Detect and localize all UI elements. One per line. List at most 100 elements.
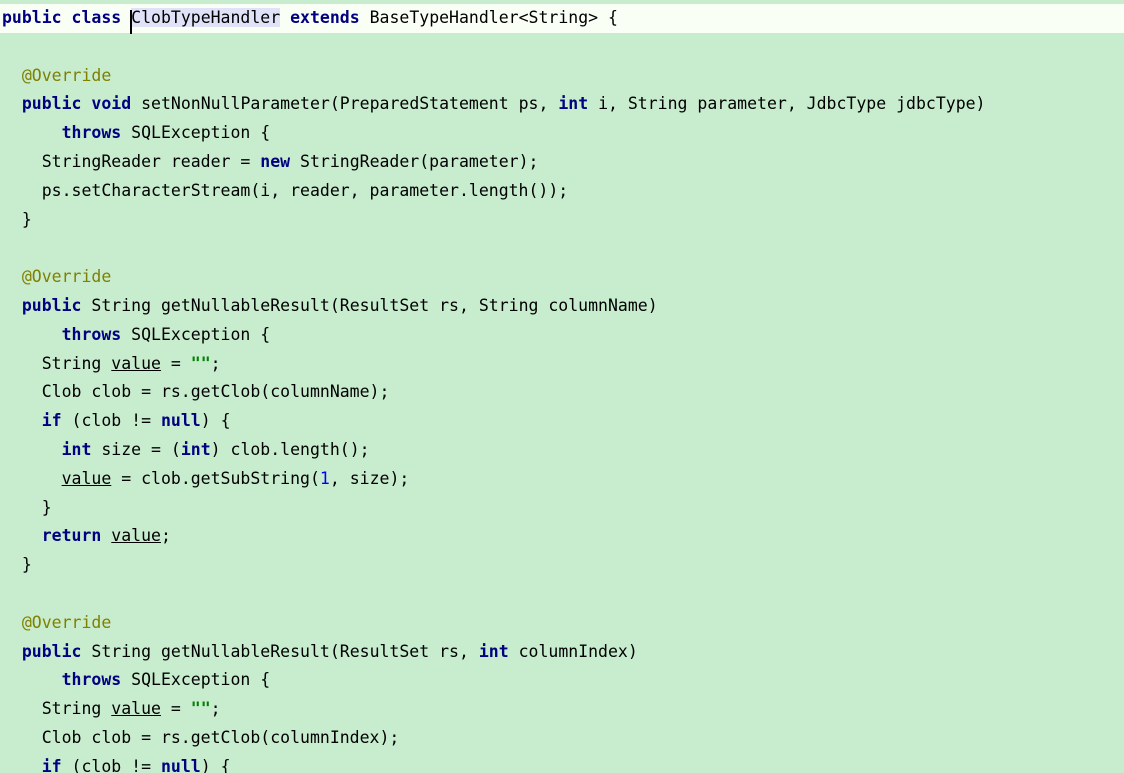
code-line[interactable]: throws SQLException { xyxy=(0,666,1124,695)
code-text: if (clob != null) { xyxy=(2,407,231,436)
code-token: String xyxy=(2,353,112,373)
code-token: i, String parameter, JdbcType jdbcType) xyxy=(588,94,986,114)
code-token: ) { xyxy=(200,756,231,773)
field-reference-token: value xyxy=(111,526,161,546)
code-token: BaseTypeHandler<String> { xyxy=(359,8,618,27)
field-reference-token: value xyxy=(111,699,161,719)
code-line[interactable]: public String getNullableResult(ResultSe… xyxy=(0,292,1124,321)
keyword-token: throws xyxy=(61,324,122,344)
code-line[interactable]: } xyxy=(0,551,1124,580)
code-text: if (clob != null) { xyxy=(2,753,231,773)
code-token: , size); xyxy=(329,468,410,488)
code-line[interactable] xyxy=(0,33,1124,62)
keyword-token: public xyxy=(21,641,82,661)
keyword-token: int xyxy=(478,641,509,661)
code-text: String value = ""; xyxy=(2,350,221,379)
code-token: } xyxy=(2,497,52,517)
keyword-token: return xyxy=(41,526,102,546)
code-line[interactable]: String value = ""; xyxy=(0,695,1124,724)
code-line[interactable]: throws SQLException { xyxy=(0,119,1124,148)
code-token: ps.setCharacterStream(i, reader, paramet… xyxy=(2,180,569,200)
caret-position: ClobTypeHandler xyxy=(130,8,281,34)
code-token: String getNullableResult(ResultSet rs, S… xyxy=(81,296,658,315)
code-line[interactable]: StringReader reader = new StringReader(p… xyxy=(0,148,1124,177)
code-token: } xyxy=(2,555,32,575)
code-token: = clob.getSubString( xyxy=(111,468,320,488)
code-text: throws SQLException { xyxy=(2,666,271,695)
code-token: String xyxy=(2,699,112,719)
code-line[interactable]: value = clob.getSubString(1, size); xyxy=(0,465,1124,494)
code-text: public class ClobTypeHandler extends Bas… xyxy=(2,4,618,34)
keyword-token: if xyxy=(41,411,62,431)
keyword-token: class xyxy=(71,8,122,27)
code-token: ; xyxy=(210,353,221,373)
code-text: @Override xyxy=(2,62,111,91)
code-line[interactable]: Clob clob = rs.getClob(columnName); xyxy=(0,378,1124,407)
code-token: StringReader reader = xyxy=(2,152,261,171)
code-line[interactable]: public String getNullableResult(ResultSe… xyxy=(0,638,1124,667)
code-token: (clob != xyxy=(61,756,161,773)
current-code-line[interactable]: public class ClobTypeHandler extends Bas… xyxy=(0,4,1124,34)
code-text: Clob clob = rs.getClob(columnName); xyxy=(2,378,390,407)
code-line[interactable]: ps.setCharacterStream(i, reader, paramet… xyxy=(0,177,1124,206)
code-text: @Override xyxy=(2,609,111,638)
annotation-token: @Override xyxy=(21,65,112,85)
code-line[interactable]: Clob clob = rs.getClob(columnIndex); xyxy=(0,724,1124,753)
code-token: SQLException { xyxy=(121,123,271,143)
keyword-token: throws xyxy=(61,670,122,690)
annotation-token: @Override xyxy=(21,267,112,287)
code-line[interactable]: @Override xyxy=(0,609,1124,638)
code-line[interactable]: } xyxy=(0,206,1124,235)
code-token: (clob != xyxy=(61,411,161,431)
code-line[interactable]: throws SQLException { xyxy=(0,321,1124,350)
keyword-token: if xyxy=(41,756,62,773)
code-token: size = ( xyxy=(91,440,181,459)
code-text: throws SQLException { xyxy=(2,119,271,148)
code-line[interactable]: @Override xyxy=(0,62,1124,91)
code-text: } xyxy=(2,494,52,523)
code-line[interactable]: public void setNonNullParameter(Prepared… xyxy=(0,90,1124,119)
highlighted-identifier-token: ClobTypeHandler xyxy=(131,8,281,27)
code-line[interactable]: if (clob != null) { xyxy=(0,407,1124,436)
annotation-token: @Override xyxy=(21,612,112,632)
code-text: String value = ""; xyxy=(2,695,221,724)
code-line[interactable]: return value; xyxy=(0,522,1124,551)
code-token: ; xyxy=(160,526,171,546)
code-token: ) clob.length(); xyxy=(210,440,370,459)
code-token: SQLException { xyxy=(121,670,271,690)
keyword-token: public xyxy=(21,296,82,315)
keyword-token: null xyxy=(160,411,201,431)
code-line[interactable]: } xyxy=(0,494,1124,523)
code-token: ; xyxy=(210,699,221,719)
code-line[interactable] xyxy=(0,580,1124,609)
code-line[interactable] xyxy=(0,234,1124,263)
string-literal-token: "" xyxy=(190,353,211,373)
code-text: Clob clob = rs.getClob(columnIndex); xyxy=(2,724,400,753)
code-token: StringReader(parameter); xyxy=(290,152,539,171)
code-line[interactable]: @Override xyxy=(0,263,1124,292)
code-token: columnIndex) xyxy=(508,641,638,661)
code-line[interactable]: int size = (int) clob.length(); xyxy=(0,436,1124,465)
code-token: } xyxy=(2,209,32,229)
code-line[interactable]: if (clob != null) { xyxy=(0,753,1124,773)
code-editor[interactable]: public class ClobTypeHandler extends Bas… xyxy=(0,0,1124,773)
keyword-token: public xyxy=(2,8,62,27)
code-text: public void setNonNullParameter(Prepared… xyxy=(2,90,986,119)
field-reference-token: value xyxy=(61,468,112,488)
code-text: StringReader reader = new StringReader(p… xyxy=(2,148,539,177)
code-line[interactable]: String value = ""; xyxy=(0,350,1124,379)
